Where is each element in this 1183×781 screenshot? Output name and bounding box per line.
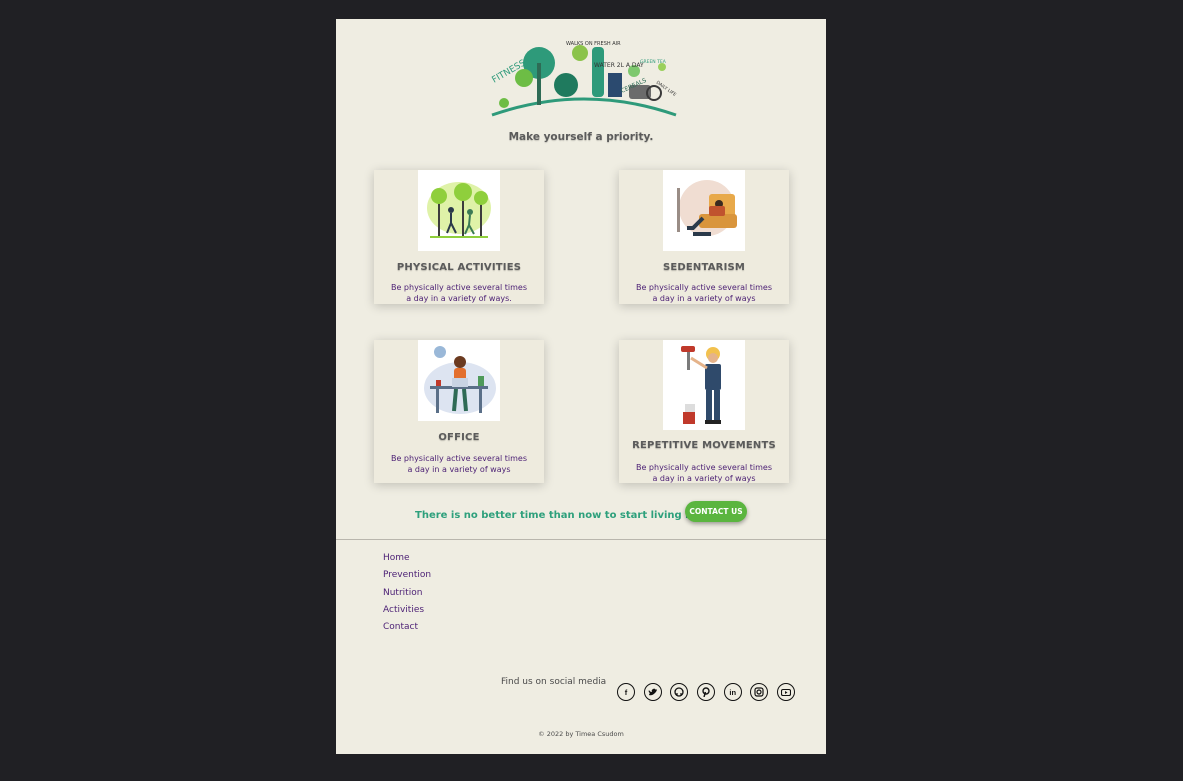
hero-word: GREEN TEA: [640, 59, 667, 65]
card-description: Be physically active several times a day…: [390, 283, 528, 303]
office-desk-illustration: [418, 340, 500, 421]
instagram-icon[interactable]: [750, 683, 769, 701]
tagline: Make yourself a priority.: [508, 131, 654, 143]
card-title: PHYSICAL ACTIVITIES: [396, 262, 522, 273]
painter-worker-illustration: [663, 340, 745, 430]
card-description: Be physically active several times a day…: [635, 463, 773, 483]
footer-link-nutrition[interactable]: Nutrition: [383, 588, 431, 605]
footer-link-prevention[interactable]: Prevention: [383, 570, 431, 587]
card-title: REPETITIVE MOVEMENTS: [632, 440, 776, 451]
card-office: OFFICE Be physically active several time…: [374, 340, 544, 483]
footer-divider: [336, 539, 826, 540]
person-on-couch-illustration: [663, 170, 745, 251]
footer-link-activities[interactable]: Activities: [383, 605, 431, 622]
card-description: Be physically active several times a day…: [635, 283, 773, 303]
card-physical-activities: PHYSICAL ACTIVITIES Be physically active…: [374, 170, 544, 304]
copyright-text: © 2022 by Timea Csudom: [538, 730, 624, 738]
footer-link-contact[interactable]: Contact: [383, 622, 431, 639]
cta-text: There is no better time than now to star…: [415, 510, 731, 521]
footer-nav: Home Prevention Nutrition Activities Con…: [383, 553, 431, 639]
contact-us-button[interactable]: CONTACT US: [685, 501, 747, 522]
facebook-icon[interactable]: f: [617, 683, 635, 701]
card-description: Be physically active several times a day…: [390, 454, 528, 474]
pinterest-icon[interactable]: [697, 683, 716, 701]
running-people-illustration: [418, 170, 500, 251]
card-title: OFFICE: [438, 432, 480, 443]
page-container: FITNESS WALKS ON FRESH AIR WATER 2L A DA…: [336, 19, 826, 754]
hero-word: WATER 2L A DAY: [594, 62, 644, 69]
youtube-icon[interactable]: [777, 683, 796, 701]
footer-link-home[interactable]: Home: [383, 553, 431, 570]
card-repetitive-movements: REPETITIVE MOVEMENTS Be physically activ…: [619, 340, 789, 483]
social-icons: f in: [617, 683, 796, 701]
linkedin-icon[interactable]: in: [723, 683, 742, 701]
hero-banner-image: FITNESS WALKS ON FRESH AIR WATER 2L A DA…: [491, 41, 678, 117]
social-media-label: Find us on social media: [501, 677, 607, 687]
card-title: SEDENTARISM: [662, 262, 746, 273]
card-sedentarism: SEDENTARISM Be physically active several…: [619, 170, 789, 304]
hero-word: DAILY LIFE: [655, 80, 678, 98]
twitter-icon[interactable]: [643, 683, 662, 701]
github-icon[interactable]: [670, 683, 689, 701]
hero-word: WALKS ON FRESH AIR: [566, 41, 621, 47]
